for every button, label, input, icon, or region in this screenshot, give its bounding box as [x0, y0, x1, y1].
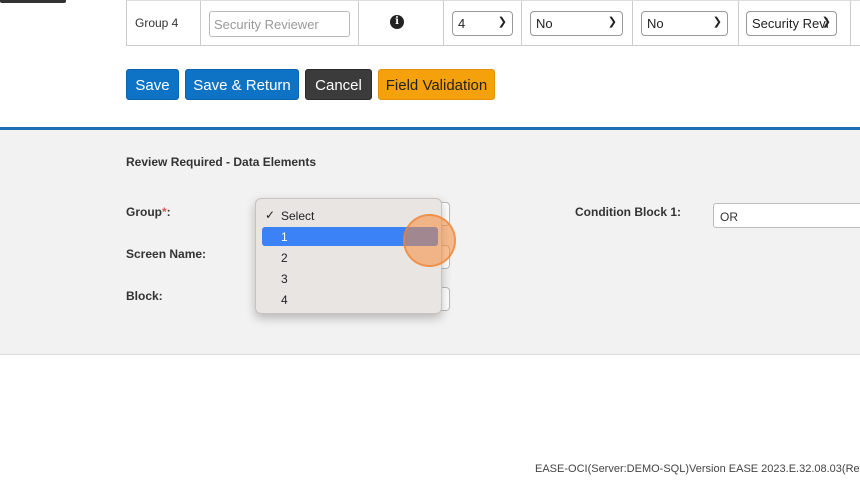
save-and-return-button[interactable]: Save & Return [185, 69, 299, 100]
version-footer: EASE-OCI(Server:DEMO-SQL)Version EASE 20… [535, 463, 860, 475]
order-select[interactable]: 4 ❯ [452, 11, 513, 36]
group-label: Group*: [126, 205, 171, 219]
page: { "table": { "group_label": "Group 4", "… [0, 0, 860, 481]
condition-block-label: Condition Block 1: [575, 205, 681, 219]
group-label-colon: : [166, 205, 171, 219]
top-stub-bar [0, 0, 66, 3]
cancel-button[interactable]: Cancel [305, 69, 372, 100]
option-label: 2 [281, 251, 288, 265]
panel-title: Review Required - Data Elements [126, 155, 317, 169]
reviewer-cell [201, 1, 359, 46]
select-a-value: No [536, 16, 553, 31]
screen-name-label: Screen Name: [126, 247, 207, 261]
option-label: 4 [281, 293, 288, 307]
order-select-value: 4 [458, 16, 466, 31]
option-label: 3 [281, 272, 288, 286]
option-label: 1 [281, 230, 288, 244]
chevron-down-icon: ❯ [712, 16, 722, 28]
role-select[interactable]: Security Revi ❯ [746, 11, 837, 36]
dropdown-option-3[interactable]: 3 [262, 269, 438, 288]
cursor-highlight [403, 214, 456, 267]
option-label: Select [281, 209, 315, 223]
checkmark-icon: ✓ [265, 208, 276, 222]
block-label: Block: [126, 289, 163, 303]
condition-block-input[interactable]: OR [713, 203, 860, 228]
role-select-value: Security Revi [752, 16, 829, 31]
group-cell: Group 4 [127, 1, 201, 46]
reviewer-input[interactable] [209, 11, 350, 37]
select-b[interactable]: No ❯ [641, 11, 728, 36]
group-label-text: Group [126, 205, 162, 219]
chevron-down-icon: ❯ [821, 16, 831, 28]
dropdown-option-4[interactable]: 4 [262, 290, 438, 309]
chevron-down-icon: ❯ [607, 16, 617, 28]
save-button[interactable]: Save [126, 69, 179, 100]
select-b-value: No [647, 16, 664, 31]
info-icon[interactable]: i [390, 15, 404, 29]
select-a[interactable]: No ❯ [530, 11, 623, 36]
field-validation-button[interactable]: Field Validation [378, 69, 495, 100]
chevron-down-icon: ❯ [497, 16, 507, 28]
